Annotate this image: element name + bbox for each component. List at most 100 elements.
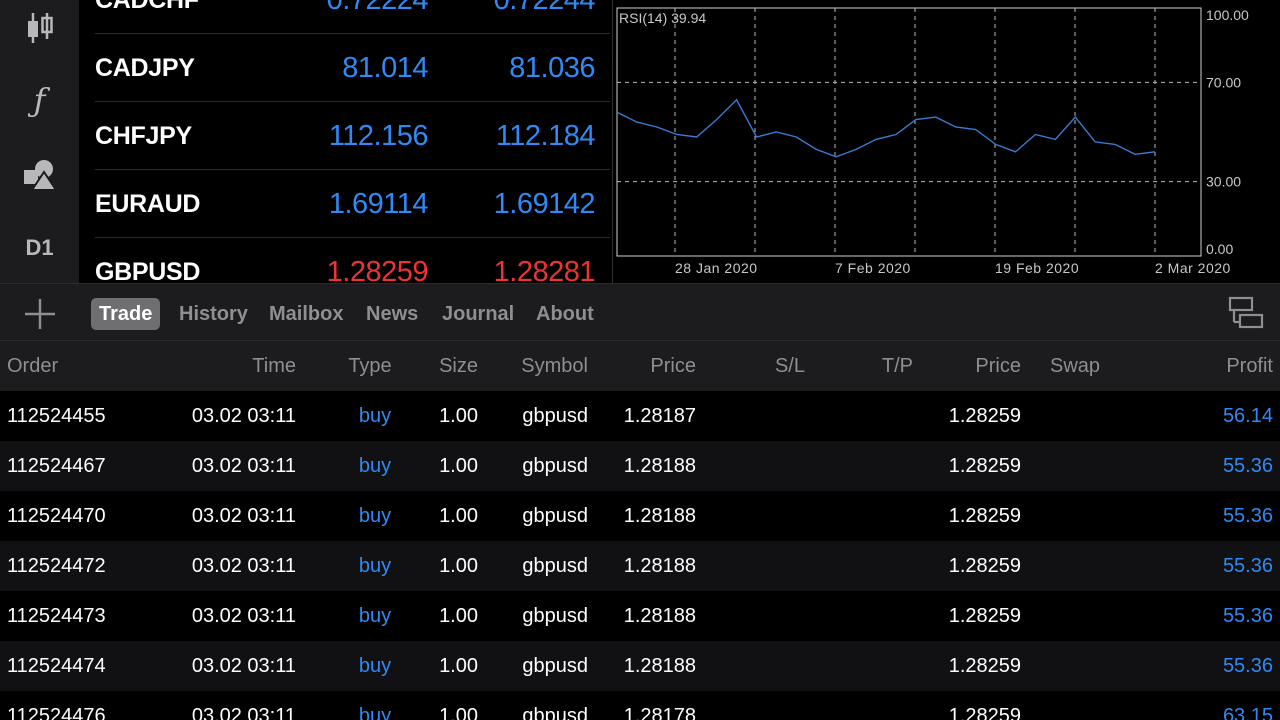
- cell-order: 112524472: [7, 555, 106, 577]
- header-sl[interactable]: S/L: [705, 341, 805, 391]
- cell-type: buy: [358, 455, 392, 477]
- timeframe-label: D1: [25, 235, 54, 260]
- cell-type: buy: [358, 555, 392, 577]
- cell-size: 1.00: [439, 555, 478, 577]
- table-row[interactable]: 112524473 03.02 03:11 buy 1.00 gbpusd 1.…: [0, 591, 1280, 641]
- cell-type: buy: [358, 655, 392, 677]
- table-row[interactable]: 112524474 03.02 03:11 buy 1.00 gbpusd 1.…: [0, 641, 1280, 691]
- x-tick-label: 28 Jan 2020: [675, 260, 758, 276]
- cell-time: 03.02 03:11: [191, 455, 296, 477]
- timeframe-button[interactable]: D1: [0, 220, 79, 276]
- cell-order: 112524476: [7, 705, 106, 720]
- cell-price: 1.28188: [623, 505, 696, 527]
- cell-type: buy: [358, 505, 392, 527]
- cell-price: 1.28188: [623, 605, 696, 627]
- cell-profit: 55.36: [1222, 455, 1273, 477]
- y-tick-label: 100.00: [1206, 7, 1249, 23]
- cell-sl: [705, 491, 805, 541]
- cell-tp: [813, 641, 913, 691]
- cell-current-price: 1.28259: [948, 555, 1021, 577]
- quote-symbol: EURAUD: [95, 190, 201, 218]
- header-symbol[interactable]: Symbol: [488, 341, 588, 391]
- cell-swap: [1050, 391, 1150, 441]
- quote-ask: 112.184: [495, 120, 596, 152]
- cell-price: 1.28188: [623, 655, 696, 677]
- cell-order: 112524470: [7, 505, 106, 527]
- cell-size: 1.00: [439, 655, 478, 677]
- cell-current-price: 1.28259: [948, 405, 1021, 427]
- cell-type: buy: [358, 405, 392, 427]
- cell-time: 03.02 03:11: [191, 405, 296, 427]
- quote-bid: 1.69114: [328, 188, 429, 220]
- tab-history[interactable]: History: [171, 298, 256, 330]
- plus-icon[interactable]: [22, 296, 58, 332]
- tab-journal[interactable]: Journal: [434, 298, 522, 330]
- objects-shapes-icon[interactable]: [0, 145, 79, 205]
- quote-bid: 81.014: [342, 52, 428, 84]
- cell-current-price: 1.28259: [948, 655, 1021, 677]
- cell-order: 112524473: [7, 605, 106, 627]
- cell-size: 1.00: [439, 505, 478, 527]
- table-row[interactable]: 112524470 03.02 03:11 buy 1.00 gbpusd 1.…: [0, 491, 1280, 541]
- quote-row[interactable]: CHFJPY 112.156 112.184: [95, 102, 610, 170]
- table-row[interactable]: 112524455 03.02 03:11 buy 1.00 gbpusd 1.…: [0, 391, 1280, 441]
- quote-row[interactable]: EURAUD 1.69114 1.69142: [95, 170, 610, 238]
- cell-swap: [1050, 491, 1150, 541]
- cell-symbol: gbpusd: [522, 655, 588, 677]
- y-tick-label: 30.00: [1206, 174, 1241, 190]
- cell-price: 1.28187: [623, 405, 696, 427]
- header-type[interactable]: Type: [330, 341, 410, 391]
- rsi-series-line: [616, 98, 1156, 158]
- quote-bid: 0.72224: [326, 0, 429, 16]
- tab-trade[interactable]: Trade: [91, 298, 161, 330]
- function-glyph: ƒ: [33, 81, 46, 119]
- cell-profit: 55.36: [1222, 605, 1273, 627]
- function-icon[interactable]: ƒ: [0, 72, 79, 128]
- quote-ask: 1.28281: [493, 256, 596, 283]
- header-order[interactable]: Order: [7, 341, 147, 391]
- layout-switch-icon[interactable]: [1228, 296, 1264, 330]
- cell-symbol: gbpusd: [522, 555, 588, 577]
- header-price[interactable]: Price: [596, 341, 696, 391]
- cell-swap: [1050, 641, 1150, 691]
- table-row[interactable]: 112524472 03.02 03:11 buy 1.00 gbpusd 1.…: [0, 541, 1280, 591]
- table-row[interactable]: 112524467 03.02 03:11 buy 1.00 gbpusd 1.…: [0, 441, 1280, 491]
- cell-symbol: gbpusd: [522, 405, 588, 427]
- cell-price: 1.28188: [623, 455, 696, 477]
- cell-tp: [813, 591, 913, 641]
- cell-profit: 63.15: [1222, 705, 1273, 720]
- rsi-chart[interactable]: 100.00 70.00 30.00 0.00 28 Jan 2020 7 Feb 202…: [612, 0, 1280, 283]
- cell-tp: [813, 441, 913, 491]
- cell-current-price: 1.28259: [948, 505, 1021, 527]
- header-current-price[interactable]: Price: [921, 341, 1021, 391]
- cell-type: buy: [358, 605, 392, 627]
- quote-row[interactable]: CADCHF 0.72224 0.72244: [95, 0, 610, 34]
- tab-about[interactable]: About: [528, 298, 602, 330]
- header-size[interactable]: Size: [408, 341, 478, 391]
- cell-sl: [705, 441, 805, 491]
- y-tick-label: 0.00: [1206, 241, 1233, 257]
- cell-swap: [1050, 691, 1150, 720]
- tab-mailbox[interactable]: Mailbox: [261, 298, 351, 330]
- cell-order: 112524467: [7, 455, 106, 477]
- tab-news[interactable]: News: [358, 298, 426, 330]
- quote-row[interactable]: CADJPY 81.014 81.036: [95, 34, 610, 102]
- cell-sl: [705, 691, 805, 720]
- candlestick-chart-icon[interactable]: [0, 0, 79, 56]
- cell-tp: [813, 541, 913, 591]
- x-tick-label: 19 Feb 2020: [995, 260, 1079, 276]
- cell-time: 03.02 03:11: [191, 655, 296, 677]
- header-tp[interactable]: T/P: [813, 341, 913, 391]
- cell-tp: [813, 691, 913, 720]
- header-time[interactable]: Time: [156, 341, 296, 391]
- quote-bid: 1.28259: [326, 256, 429, 283]
- table-row[interactable]: 112524476 03.02 03:11 buy 1.00 gbpusd 1.…: [0, 691, 1280, 720]
- quote-ask: 81.036: [509, 52, 595, 84]
- header-profit[interactable]: Profit: [1173, 341, 1273, 391]
- quote-row[interactable]: GBPUSD 1.28259 1.28281: [95, 238, 610, 283]
- quote-symbol: GBPUSD: [95, 258, 201, 283]
- cell-time: 03.02 03:11: [191, 705, 296, 720]
- header-swap[interactable]: Swap: [1050, 341, 1150, 391]
- chart-title: RSI(14) 39.94: [619, 10, 706, 26]
- cell-type: buy: [358, 705, 392, 720]
